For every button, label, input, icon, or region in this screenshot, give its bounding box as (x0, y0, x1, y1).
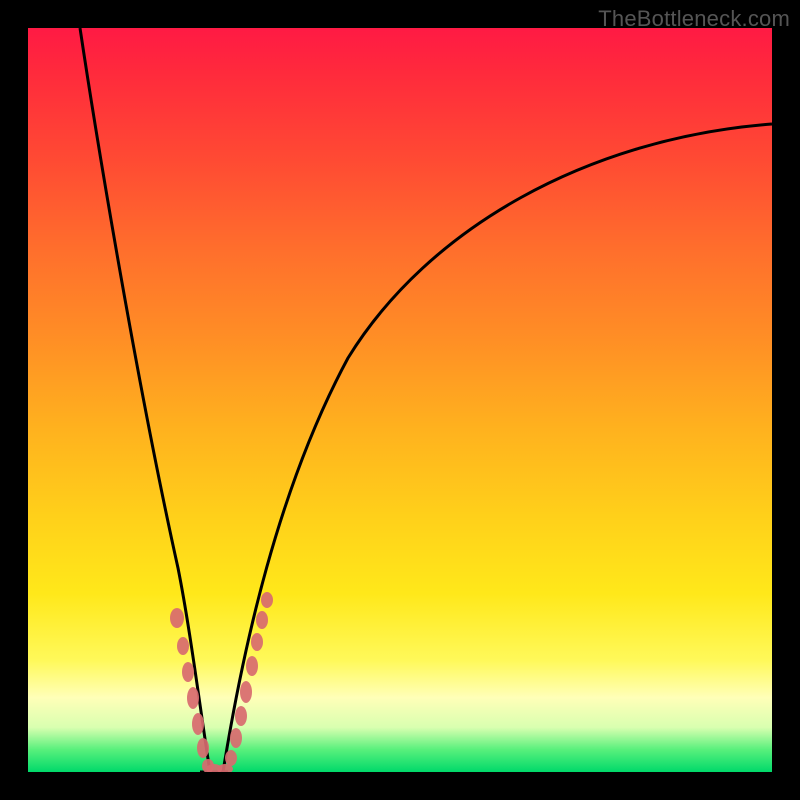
chart-curve-layer (28, 28, 772, 772)
chart-plot-area (28, 28, 772, 772)
marker-dot (251, 633, 263, 651)
marker-dot (177, 637, 189, 655)
marker-dot (202, 759, 214, 772)
marker-dot (187, 687, 199, 709)
marker-dot (240, 681, 252, 703)
marker-dot (235, 706, 247, 726)
marker-dot (256, 611, 268, 629)
marker-dot (246, 656, 258, 676)
marker-dot (182, 662, 194, 682)
chart-stage: TheBottleneck.com (0, 0, 800, 800)
marker-dot (225, 750, 237, 766)
marker-dot (230, 728, 242, 748)
marker-dot (170, 608, 184, 628)
marker-dot (261, 592, 273, 608)
marker-dot (206, 764, 222, 772)
curve-left-branch (80, 28, 210, 772)
marker-dots (170, 592, 273, 772)
marker-dot (197, 738, 209, 758)
curve-right-branch (223, 124, 772, 772)
marker-dot (192, 713, 204, 735)
marker-dot (217, 764, 233, 772)
